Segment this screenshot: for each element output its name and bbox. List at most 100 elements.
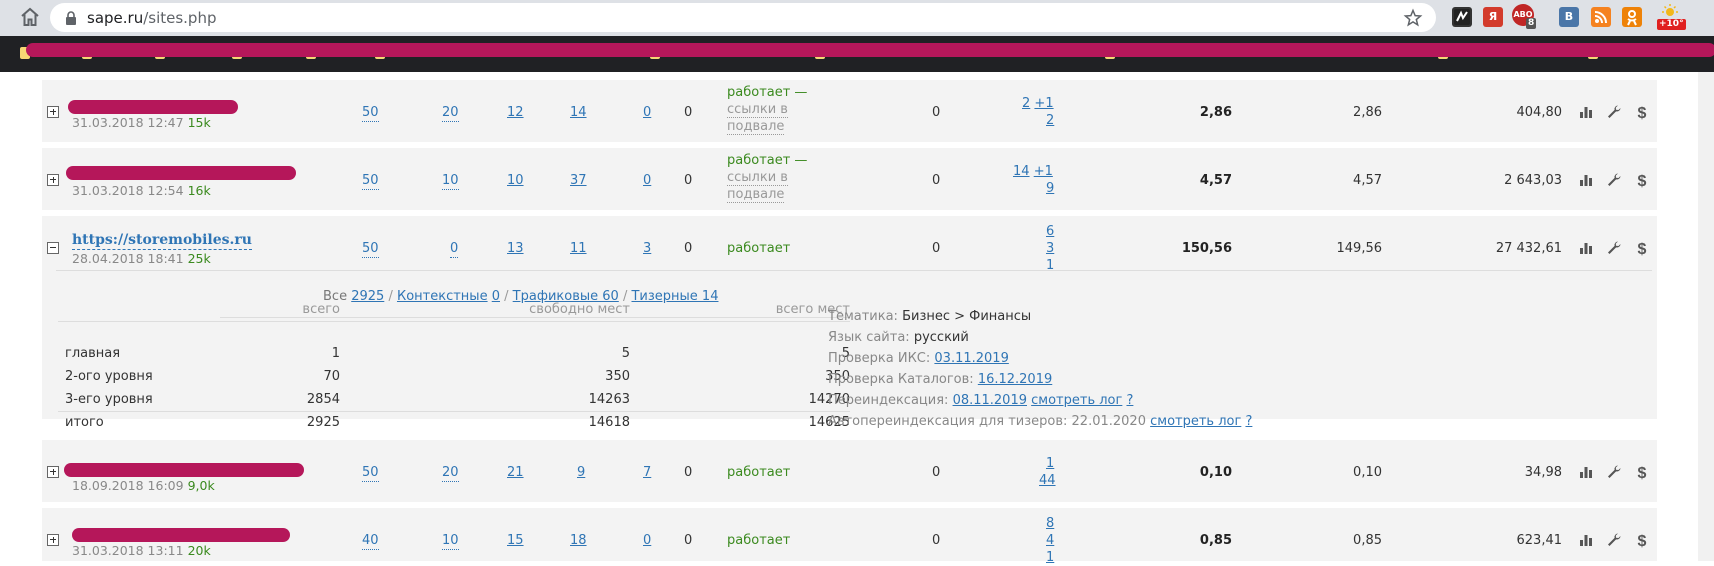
reindex-date-link[interactable]: 08.11.2019 — [953, 393, 1027, 408]
redacted-site-url — [64, 463, 304, 477]
auto-reindex-log-link[interactable]: смотреть лог — [1150, 414, 1241, 429]
ext-rss-icon[interactable] — [1591, 7, 1611, 27]
ext-weather-icon[interactable]: +10° — [1656, 3, 1686, 33]
count4-link[interactable]: 9 — [577, 464, 585, 481]
links-link[interactable]: 10 — [442, 172, 459, 190]
dollar-icon[interactable]: $ — [1634, 172, 1650, 188]
site-url-link[interactable]: https://storemobiles.ru — [72, 232, 252, 250]
site-row: 31.03.2018 13:11 20k 40 10 15 18 0 0 раб… — [42, 508, 1657, 565]
links-link[interactable]: 0 — [450, 240, 459, 258]
address-bar[interactable]: sape.ru/sites.php — [50, 3, 1436, 32]
refs-link[interactable]: 2 — [1046, 112, 1054, 129]
pages-link[interactable]: 40 — [362, 532, 379, 550]
stats-chart-icon[interactable] — [1578, 172, 1594, 188]
refs-link[interactable]: 1 — [1046, 257, 1054, 274]
stats-chart-icon[interactable] — [1578, 464, 1594, 480]
count5-link[interactable]: 0 — [643, 172, 651, 189]
links-link[interactable]: 20 — [442, 104, 459, 122]
lock-icon[interactable] — [65, 11, 77, 25]
refs-link[interactable]: 14 — [1013, 164, 1030, 179]
links-link[interactable]: 20 — [442, 464, 459, 482]
status-note-link[interactable]: подвале — [727, 187, 785, 203]
count3-link[interactable]: 13 — [507, 240, 524, 257]
wrench-icon[interactable] — [1606, 104, 1622, 120]
ext-ok-icon[interactable] — [1622, 7, 1642, 27]
filter-context-link[interactable]: Контекстные — [397, 289, 488, 304]
status-note-link[interactable]: ссылки в — [727, 102, 788, 118]
refs-link[interactable]: 4 — [1046, 532, 1054, 549]
count4-link[interactable]: 18 — [570, 532, 587, 549]
dollar-icon[interactable]: $ — [1634, 240, 1650, 256]
pages-link[interactable]: 50 — [362, 104, 379, 122]
catalog-check-label: Проверка Каталогов: — [828, 372, 974, 387]
wrench-icon[interactable] — [1606, 172, 1622, 188]
wrench-icon[interactable] — [1606, 240, 1622, 256]
count3-link[interactable]: 21 — [507, 464, 524, 481]
status-note-link[interactable]: подвале — [727, 119, 785, 135]
expand-toggle[interactable] — [47, 174, 59, 186]
added-date: 31.03.2018 13:11 — [72, 543, 184, 558]
dollar-icon[interactable]: $ — [1634, 464, 1650, 480]
ext-yandex-label: Я — [1488, 10, 1498, 23]
refs-link[interactable]: 2 — [1022, 96, 1030, 111]
refs-link[interactable]: 1 — [1046, 455, 1054, 472]
refs-plus-link[interactable]: +1 — [1034, 164, 1053, 179]
home-icon[interactable] — [18, 5, 42, 29]
filter-all-link[interactable]: 2925 — [351, 289, 384, 304]
count5-link[interactable]: 0 — [643, 104, 651, 121]
refs-plus-link[interactable]: +1 — [1034, 96, 1053, 111]
status-cell: работает — ссылки в подвале — [727, 152, 847, 203]
pages-link[interactable]: 50 — [362, 240, 379, 258]
collapse-toggle[interactable] — [47, 242, 59, 254]
dollar-icon[interactable]: $ — [1634, 104, 1650, 120]
stats-chart-icon[interactable] — [1578, 240, 1594, 256]
price2-value: 2,86 — [1353, 105, 1382, 120]
count5-link[interactable]: 0 — [643, 532, 651, 549]
stats-chart-icon[interactable] — [1578, 532, 1594, 548]
row-total: 2925 — [306, 415, 340, 430]
ext-blackbox-icon[interactable] — [1452, 7, 1472, 27]
expand-toggle[interactable] — [47, 106, 59, 118]
auto-reindex-help-link[interactable]: ? — [1245, 414, 1252, 429]
ext-vk-icon[interactable]: В — [1559, 7, 1579, 27]
count3-link[interactable]: 10 — [507, 172, 524, 189]
count4-link[interactable]: 37 — [570, 172, 587, 189]
url-text[interactable]: sape.ru/sites.php — [87, 9, 216, 27]
stats-chart-icon[interactable] — [1578, 104, 1594, 120]
count5-link[interactable]: 3 — [643, 240, 651, 257]
count7-value: 0 — [932, 465, 941, 480]
catalog-check-link[interactable]: 16.12.2019 — [978, 372, 1052, 387]
refs-link[interactable]: 8 — [1046, 515, 1054, 532]
expand-toggle[interactable] — [47, 466, 59, 478]
iks-check-link[interactable]: 03.11.2019 — [934, 351, 1008, 366]
pages-link[interactable]: 50 — [362, 172, 379, 190]
dollar-icon[interactable]: $ — [1634, 532, 1650, 548]
wrench-icon[interactable] — [1606, 464, 1622, 480]
count5-link[interactable]: 7 — [643, 464, 651, 481]
row-label: 2-ого уровня — [65, 369, 153, 384]
refs-link[interactable]: 3 — [1046, 240, 1054, 257]
page-scrollbar[interactable] — [1698, 72, 1714, 561]
wrench-icon[interactable] — [1606, 532, 1622, 548]
status-text: работает — — [727, 153, 808, 168]
auto-reindex-label: Автопереиндексация для тизеров: 22.01.20… — [828, 414, 1146, 429]
reindex-help-link[interactable]: ? — [1126, 393, 1133, 408]
refs-link[interactable]: 1 — [1046, 549, 1054, 566]
count4-link[interactable]: 11 — [570, 240, 587, 257]
refs-link[interactable]: 44 — [1039, 472, 1056, 489]
count3-link[interactable]: 15 — [507, 532, 524, 549]
reindex-log-link[interactable]: смотреть лог — [1031, 393, 1122, 408]
links-link[interactable]: 10 — [442, 532, 459, 550]
count3-link[interactable]: 12 — [507, 104, 524, 121]
status-note-link[interactable]: ссылки в — [727, 170, 788, 186]
bookmark-star-icon[interactable] — [1403, 8, 1423, 28]
refs-link[interactable]: 6 — [1046, 223, 1054, 240]
count4-link[interactable]: 14 — [570, 104, 587, 121]
expand-toggle[interactable] — [47, 534, 59, 546]
ext-yandex-icon[interactable]: Я — [1483, 7, 1503, 27]
filter-teaser-link[interactable]: Тизерные 14 — [631, 289, 718, 304]
refs-link[interactable]: 9 — [1046, 180, 1054, 197]
filter-context-count-link[interactable]: 0 — [492, 289, 500, 304]
pages-link[interactable]: 50 — [362, 464, 379, 482]
site-row: 31.03.2018 12:54 16k 50 10 10 37 0 0 раб… — [42, 148, 1657, 210]
